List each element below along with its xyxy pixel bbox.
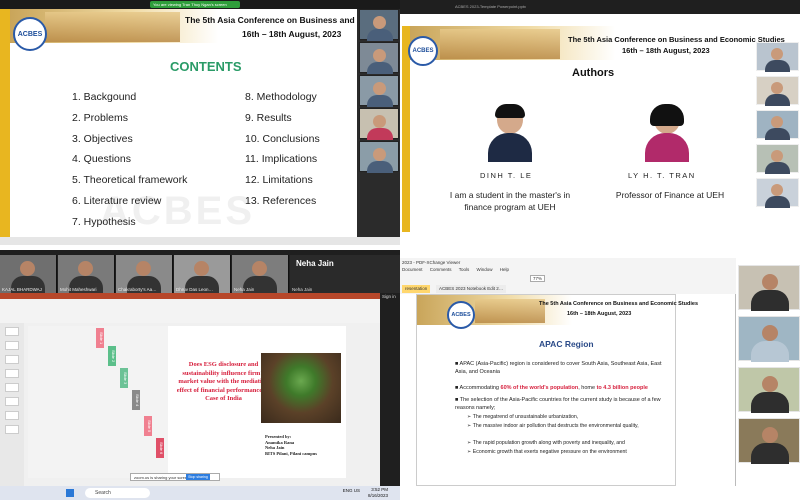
pdf-page: The 5th Asia Conference on Business and … (416, 294, 698, 486)
conference-title: The 5th Asia Conference on Business and … (539, 301, 699, 307)
sub-bullet: ➢ Economic growth that exerts negative p… (467, 449, 627, 455)
sub-bullet: ➢ The massive indoor air pollution that … (467, 423, 639, 429)
toc-item: 9. Results (245, 111, 292, 124)
zoom-level[interactable]: 77% (530, 275, 546, 282)
participant-video[interactable] (756, 144, 799, 174)
participant-video[interactable] (359, 108, 399, 140)
sign-in-link[interactable]: Sign in (382, 294, 396, 299)
meeting-controls[interactable] (0, 237, 400, 245)
slide-canvas: Slide 1 Slide 2 Slide 3 Slide 4 Slide 5 … (28, 326, 346, 478)
toc-left-column: 1. Backgound 2. Problems 3. Objectives 4… (72, 87, 187, 233)
toc-item: 12. Limitations (245, 174, 313, 187)
bullet-item: ■ APAC (Asia-Pacific) region is consider… (455, 361, 662, 375)
bullet-item: ■ The selection of the Asia-Pacific coun… (455, 397, 661, 411)
toc-item: 7. Hypothesis (72, 215, 136, 228)
toc-item: 1. Backgound (72, 91, 137, 103)
toc-item: 11. Implications (245, 153, 318, 166)
conference-date: 16th – 18th August, 2023 (567, 311, 632, 317)
participant-video[interactable]: Chakraborty's Aa… (116, 255, 173, 293)
toc-item: 2. Problems (72, 111, 129, 124)
zoom-share-bar: You are viewing Tran Thuy Ngan's screen (0, 0, 400, 9)
toc-item: 5. Theoretical framework (72, 174, 188, 187)
authors-heading: Authors (572, 67, 615, 79)
window-title: 2023 - PDF-XChange Viewer (402, 260, 461, 265)
doc-tab[interactable]: ACBES 2023 Notebook Edit 2… (436, 285, 507, 293)
windows-start-icon[interactable] (66, 489, 74, 497)
toc-right-column: 8. Methodology 9. Results 10. Conclusion… (245, 87, 320, 212)
author-photo (645, 104, 689, 162)
ribbon-toolbar[interactable] (0, 293, 380, 323)
slide-banner: The 5th Asia Conference on Business and … (410, 26, 785, 60)
window-title-bar: ACBES 2023-Template Powerpoint.pptx (400, 0, 800, 14)
city-skyline-image (440, 29, 560, 59)
author-name: DINH T. LE (480, 171, 533, 180)
acbes-logo: ACBES (447, 301, 475, 329)
toc-item: 3. Objectives (72, 132, 133, 145)
slide-contents: The 5th Asia Conference on Business and … (0, 9, 400, 237)
participant-video-column (752, 42, 800, 232)
sub-bullet: ➢ The rapid population growth along with… (467, 440, 625, 446)
powerpoint-window: Slide 1 Slide 2 Slide 3 Slide 4 Slide 5 … (0, 293, 380, 486)
author-name: LY H. T. TRAN (628, 171, 696, 180)
stop-sharing-button[interactable]: Stop sharing (186, 474, 210, 480)
toc-item: 6. Literature review (72, 194, 162, 207)
participant-video[interactable] (359, 42, 399, 74)
toc-item: 4. Questions (72, 153, 131, 166)
author-description: Professor of Finance at UEH (615, 190, 725, 200)
city-skyline-image (475, 299, 545, 323)
participant-video[interactable] (756, 42, 799, 72)
slide-banner: The 5th Asia Conference on Business and … (10, 9, 400, 43)
participant-video[interactable]: Mohit Maheshwari (58, 255, 115, 293)
participant-video-column (357, 9, 400, 179)
language-indicator[interactable]: ENG US (343, 488, 360, 494)
conference-date: 16th – 18th August, 2023 (242, 29, 342, 39)
slide-thumbnails[interactable] (0, 323, 24, 486)
bullet-item: ■ Accommodating 60% of the world's popul… (455, 385, 648, 391)
taskbar-search[interactable]: Search (85, 488, 150, 498)
zoom-share-top-right: ACBES 2023-Template Powerpoint.pptx The … (400, 0, 800, 245)
participant-video[interactable]: Neha Jain (232, 255, 289, 293)
participant-video[interactable] (756, 110, 799, 140)
conference-date: 16th – 18th August, 2023 (622, 46, 710, 55)
active-speaker-tile[interactable]: Neha Jain Neha Jain (290, 255, 400, 293)
pdf-toolbar[interactable]: 2023 - PDF-XChange Viewer Document Comme… (400, 258, 736, 294)
participant-video[interactable] (756, 76, 799, 106)
participant-video[interactable]: Dhruv Das Leon… (174, 255, 231, 293)
participant-video[interactable] (359, 9, 399, 41)
zoom-share-bottom-right: 2023 - PDF-XChange Viewer Document Comme… (400, 250, 800, 500)
toc-item: 10. Conclusions (245, 132, 320, 145)
slide-tabs-graphic: Slide 1 Slide 2 Slide 3 Slide 4 Slide 5 … (28, 326, 168, 478)
city-skyline-image (45, 12, 180, 42)
author-description: I am a student in the master's in financ… (449, 190, 571, 212)
section-title: APAC Region (539, 339, 594, 349)
contents-heading: CONTENTS (170, 59, 242, 74)
slide-authors: The 5th Asia Conference on Business and … (402, 26, 785, 232)
participant-video[interactable]: KAJAL BHARDWAJ (0, 255, 57, 293)
participant-video[interactable] (738, 316, 800, 362)
participant-video[interactable] (738, 265, 800, 311)
sub-bullet: ➢ The megatrend of unsustainable urbaniz… (467, 414, 579, 420)
toc-item: 8. Methodology (245, 91, 317, 103)
presenters: Presented by: Anamika Rana Neha Jain BIT… (265, 434, 318, 456)
participant-video-column (736, 265, 800, 500)
acbes-logo: ACBES (13, 17, 47, 51)
participant-video[interactable] (738, 418, 800, 464)
taskbar-clock[interactable]: 3:52 PM 8/16/2023 (368, 487, 388, 498)
toc-item: 13. References (245, 194, 317, 207)
windows-taskbar: Search ENG US 3:52 PM 8/16/2023 (0, 486, 400, 500)
plant-image (261, 353, 341, 423)
zoom-share-top-left: You are viewing Tran Thuy Ngan's screen … (0, 0, 400, 245)
viewing-notice[interactable]: You are viewing Tran Thuy Ngan's screen (150, 1, 240, 8)
pdf-viewer-window: 2023 - PDF-XChange Viewer Document Comme… (400, 258, 736, 486)
participant-video[interactable] (756, 178, 799, 208)
doc-tab[interactable]: resentation (402, 285, 431, 293)
participant-video[interactable] (359, 75, 399, 107)
participant-video[interactable] (359, 141, 399, 173)
author-photo (488, 104, 532, 162)
zoom-share-bottom-left: KAJAL BHARDWAJ Mohit Maheshwari Chakrabo… (0, 250, 400, 500)
menu-bar[interactable]: Document Comments Tools Window Help (402, 267, 509, 272)
paper-title: Does ESG disclosure and sustainability i… (176, 361, 271, 402)
acbes-logo: ACBES (408, 36, 438, 66)
participant-video[interactable] (738, 367, 800, 413)
